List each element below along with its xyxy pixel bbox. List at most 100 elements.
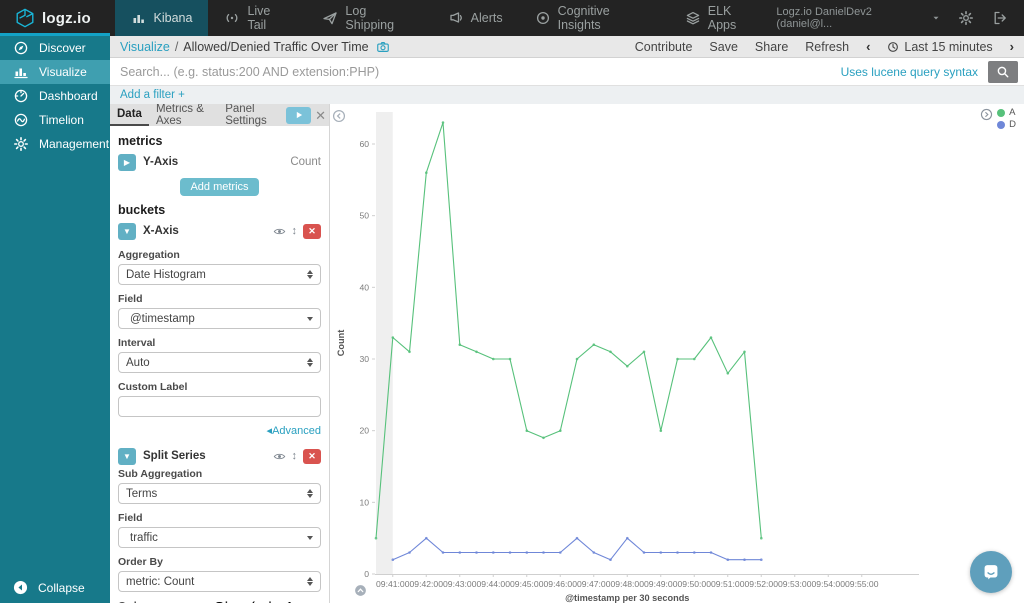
snapshot-camera-icon[interactable] bbox=[376, 40, 390, 54]
nav-items: Kibana Live Tail Log Shipping Alerts Cogniti… bbox=[114, 0, 777, 36]
nav-item-log-shipping[interactable]: Log Shipping bbox=[306, 0, 431, 36]
chat-bubble-icon bbox=[980, 561, 1002, 583]
remove-bucket-button[interactable]: ✕ bbox=[303, 223, 321, 239]
traffic-field-dropdown[interactable]: traffic bbox=[118, 527, 321, 548]
sidebar-item-management[interactable]: Management bbox=[0, 132, 110, 156]
search-button[interactable] bbox=[988, 60, 1018, 83]
logout-icon[interactable] bbox=[992, 10, 1008, 26]
legend-item-a[interactable]: A bbox=[997, 107, 1016, 118]
select-spinner-icon bbox=[307, 489, 313, 498]
time-range-label: Last 15 minutes bbox=[904, 39, 993, 54]
user-menu[interactable]: Logz.io DanielDev2 (daniel@l... bbox=[776, 6, 940, 30]
select-spinner-icon bbox=[307, 358, 313, 367]
chart-legend: AD bbox=[980, 107, 1016, 130]
add-filter-link[interactable]: Add a filter + bbox=[120, 89, 185, 101]
custom-label-input[interactable] bbox=[118, 396, 321, 417]
lucene-syntax-link[interactable]: Uses lucene query syntax bbox=[841, 65, 978, 79]
nav-item-label: Log Shipping bbox=[345, 4, 395, 32]
sub-aggregation-select[interactable]: Terms bbox=[118, 483, 321, 504]
order-by-select[interactable]: metric: Count bbox=[118, 571, 321, 592]
aggregation-select[interactable]: Date Histogram bbox=[118, 264, 321, 285]
discard-changes-icon[interactable]: ✕ bbox=[315, 109, 326, 122]
svg-text:09:41:00: 09:41:00 bbox=[376, 579, 410, 589]
svg-text:09:45:00: 09:45:00 bbox=[510, 579, 544, 589]
add-metrics-button[interactable]: Add metrics bbox=[180, 178, 259, 196]
settings-gear-icon[interactable] bbox=[958, 10, 974, 26]
expand-chevron-icon[interactable]: ▶ bbox=[118, 153, 136, 171]
nav-item-label: Alerts bbox=[470, 11, 503, 25]
field-dropdown[interactable]: @timestamp bbox=[118, 308, 321, 329]
visualize-icon bbox=[13, 64, 29, 80]
chevron-down-icon bbox=[932, 14, 940, 22]
panel-tab-metrics-axes[interactable]: Metrics & Axes bbox=[149, 104, 218, 127]
time-back-chevron[interactable]: ‹ bbox=[866, 39, 870, 54]
chat-launcher-button[interactable] bbox=[970, 551, 1012, 593]
contribute-button[interactable]: Contribute bbox=[635, 40, 693, 54]
aggregation-value: Date Histogram bbox=[126, 268, 206, 281]
share-button[interactable]: Share bbox=[755, 40, 788, 54]
nav-item-live-tail[interactable]: Live Tail bbox=[208, 0, 306, 36]
remove-bucket-button[interactable]: ✕ bbox=[303, 448, 321, 464]
svg-text:40: 40 bbox=[359, 282, 369, 292]
interval-select[interactable]: Auto bbox=[118, 352, 321, 373]
refresh-button[interactable]: Refresh bbox=[805, 40, 849, 54]
order-by-value: metric: Count bbox=[126, 575, 195, 588]
time-forward-chevron[interactable]: › bbox=[1010, 39, 1014, 54]
nav-item-cognitive-insights[interactable]: Cognitive Insights bbox=[519, 0, 669, 36]
sub-aggregation-label: Sub Aggregation bbox=[118, 468, 203, 480]
alerts-icon bbox=[448, 10, 464, 26]
sidebar-item-dashboard[interactable]: Dashboard bbox=[0, 84, 110, 108]
nav-item-label: Live Tail bbox=[247, 4, 271, 32]
svg-text:60: 60 bbox=[359, 139, 369, 149]
toolbar-actions: Contribute Save Share Refresh ‹ Last 15 min… bbox=[635, 39, 1014, 54]
search-input[interactable] bbox=[120, 64, 831, 79]
collapse-chevron-icon[interactable]: ▼ bbox=[118, 447, 136, 465]
user-menu-label: Logz.io DanielDev2 (daniel@l... bbox=[776, 6, 872, 30]
field-label: Field bbox=[118, 512, 143, 524]
toggle-visibility-eye-icon[interactable] bbox=[273, 450, 286, 463]
select-spinner-icon bbox=[307, 270, 313, 279]
time-picker-button[interactable]: Last 15 minutes bbox=[887, 39, 993, 54]
svg-text:10: 10 bbox=[359, 497, 369, 507]
svg-text:09:55:00: 09:55:00 bbox=[845, 579, 879, 589]
move-updown-icon[interactable]: ↕ bbox=[292, 450, 298, 462]
x-axis-row[interactable]: ▼ X-Axis ↕ ✕ bbox=[118, 221, 321, 241]
advanced-link[interactable]: ◂Advanced bbox=[267, 425, 321, 437]
search-icon bbox=[996, 65, 1010, 79]
panel-collapse-chevron-icon[interactable] bbox=[332, 109, 346, 123]
panel-tab-data[interactable]: Data bbox=[110, 104, 149, 126]
field-label: Field bbox=[118, 293, 143, 305]
metrics-header: metrics bbox=[118, 134, 163, 148]
sidebar-collapse-button[interactable]: Collapse bbox=[0, 580, 110, 595]
line-chart[interactable]: 09:41:00 09:42:00 09:43:00 09:44:00 09:45:00… bbox=[331, 104, 1024, 603]
nav-item-alerts[interactable]: Alerts bbox=[432, 0, 519, 36]
vis-config-panel: Data Metrics & Axes Panel Settings ✕ metri… bbox=[110, 104, 330, 603]
toggle-visibility-eye-icon[interactable] bbox=[273, 225, 286, 238]
sub-aggregation-value: Terms bbox=[126, 487, 158, 500]
collapse-chevron-icon[interactable]: ▼ bbox=[118, 222, 136, 240]
logzio-logo[interactable]: logz.io bbox=[0, 0, 110, 36]
svg-text:09:49:00: 09:49:00 bbox=[644, 579, 678, 589]
y-axis-value: Count bbox=[290, 156, 321, 168]
legend-items: AD bbox=[997, 107, 1016, 130]
apply-changes-play-button[interactable] bbox=[286, 106, 312, 124]
sidebar-item-timelion[interactable]: Timelion bbox=[0, 108, 110, 132]
sidebar-item-discover[interactable]: Discover bbox=[0, 36, 110, 60]
split-series-row[interactable]: ▼ Split Series ↕ ✕ bbox=[118, 446, 321, 466]
scroll-to-top-icon[interactable] bbox=[354, 584, 367, 597]
save-button[interactable]: Save bbox=[709, 40, 738, 54]
breadcrumb-bar: Visualize / Allowed/Denied Traffic Over … bbox=[110, 36, 1024, 58]
panel-tab-panel-settings[interactable]: Panel Settings bbox=[218, 104, 286, 127]
collapse-label: Collapse bbox=[38, 580, 85, 595]
add-metrics-wrap: Add metrics bbox=[118, 177, 321, 196]
y-axis-row[interactable]: ▶ Y-Axis Count bbox=[118, 152, 321, 172]
svg-text:0: 0 bbox=[364, 569, 369, 579]
nav-item-elk-apps[interactable]: ELK Apps bbox=[669, 0, 777, 36]
cognitive-icon bbox=[535, 10, 551, 26]
move-updown-icon[interactable]: ↕ bbox=[292, 225, 298, 237]
breadcrumb-visualize-link[interactable]: Visualize bbox=[120, 40, 170, 54]
nav-item-kibana[interactable]: Kibana bbox=[114, 0, 209, 36]
sidebar-item-visualize[interactable]: Visualize bbox=[0, 60, 110, 84]
legend-toggle-icon[interactable] bbox=[980, 108, 993, 121]
legend-item-d[interactable]: D bbox=[997, 119, 1016, 130]
